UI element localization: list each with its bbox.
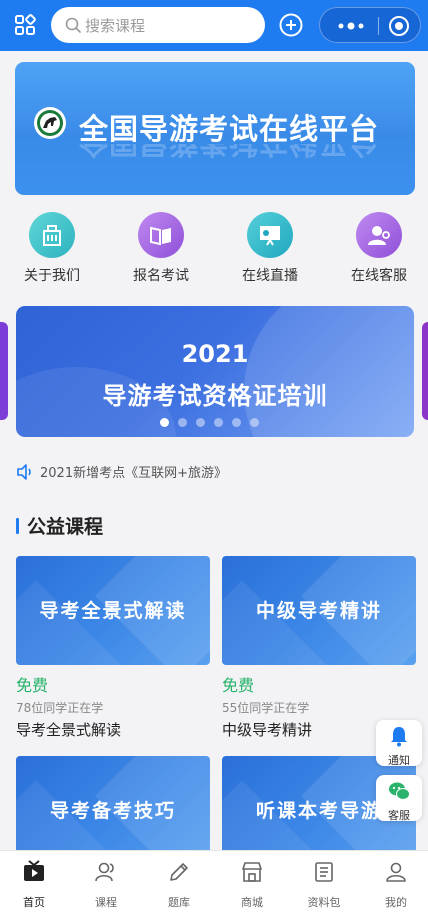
more-icon[interactable] xyxy=(335,18,367,34)
course-learners: 55位同学正在学 xyxy=(222,701,310,715)
top-bar: 搜索课程 xyxy=(0,0,428,51)
course-learners: 78位同学正在学 xyxy=(16,701,104,715)
banner-title-reflection: 全国导游考试在线平台 xyxy=(79,144,379,166)
entry-label: 在线客服 xyxy=(351,268,407,284)
entry-register-exam[interactable]: 报名考试 xyxy=(116,212,206,285)
course-card[interactable]: 导考全景式解读 免费 78位同学正在学 导考全景式解读 xyxy=(16,556,210,740)
indicator-dot[interactable] xyxy=(196,418,205,427)
tab-materials[interactable]: 资料包 xyxy=(294,860,354,910)
thumbnail-title: 导考全景式解读 xyxy=(39,600,187,622)
tab-home[interactable]: 首页 xyxy=(4,860,64,910)
tab-question-bank[interactable]: 题库 xyxy=(149,860,209,910)
notice-bar[interactable]: 2021新增考点《互联网+旅游》 xyxy=(16,462,227,481)
indicator-dot[interactable] xyxy=(250,418,259,427)
quick-entries: 关于我们 报名考试 在线直播 在线客服 xyxy=(0,212,428,292)
tab-label: 课程 xyxy=(95,896,117,909)
pencil-icon xyxy=(170,863,188,881)
document-icon xyxy=(315,862,333,882)
customer-service-label: 客服 xyxy=(388,809,410,822)
tab-label: 首页 xyxy=(23,896,45,909)
capsule-divider xyxy=(378,17,379,35)
course-card[interactable]: 中级导考精讲 免费 55位同学正在学 中级导考精讲 xyxy=(222,556,416,740)
carousel-year: 2021 xyxy=(181,340,249,368)
search-input[interactable]: 搜索课程 xyxy=(51,7,265,43)
search-icon xyxy=(65,17,81,33)
course-card[interactable]: 导考备考技巧 xyxy=(16,756,210,865)
entry-about-us[interactable]: 关于我们 xyxy=(7,212,97,285)
entry-label: 在线直播 xyxy=(242,268,298,284)
indicator-dot[interactable] xyxy=(214,418,223,427)
miniprogram-capsule xyxy=(319,7,421,43)
notice-text: 2021新增考点《互联网+旅游》 xyxy=(40,466,227,481)
shop-icon xyxy=(242,862,262,882)
search-placeholder: 搜索课程 xyxy=(85,16,146,35)
hero-banner[interactable]: 全国导游考试在线平台 全国导游考试在线平台 xyxy=(15,62,415,195)
tab-courses[interactable]: 课程 xyxy=(76,860,136,910)
carousel-prev-peek[interactable] xyxy=(0,322,8,420)
close-miniprogram-icon[interactable] xyxy=(388,15,410,37)
customer-service-button[interactable]: 客服 xyxy=(376,775,422,822)
live-board-icon xyxy=(247,212,293,258)
building-icon xyxy=(29,212,75,258)
bottom-tab-bar: 首页 课程 题库 商城 资料包 我的 xyxy=(0,850,428,913)
notification-label: 通知 xyxy=(388,754,410,767)
wechat-icon xyxy=(389,782,410,800)
indicator-dot[interactable] xyxy=(232,418,241,427)
section-accent-bar xyxy=(16,517,19,534)
carousel-title: 导游考试资格证培训 xyxy=(102,382,328,410)
section-header: 公益课程 xyxy=(16,512,103,539)
bell-icon xyxy=(391,727,407,747)
tab-profile[interactable]: 我的 xyxy=(366,860,426,910)
carousel-next-peek[interactable] xyxy=(422,322,428,420)
book-icon xyxy=(138,212,184,258)
indicator-dot[interactable] xyxy=(178,418,187,427)
user-icon xyxy=(386,862,406,882)
thumbnail-title: 导考备考技巧 xyxy=(49,800,176,822)
carousel-indicators xyxy=(160,418,259,427)
tab-label: 商城 xyxy=(241,896,263,909)
users-icon xyxy=(95,862,114,882)
course-name: 导考全景式解读 xyxy=(16,721,122,739)
entry-label: 关于我们 xyxy=(24,268,80,284)
customer-service-icon xyxy=(356,212,402,258)
tab-label: 我的 xyxy=(385,896,407,909)
course-price: 免费 xyxy=(222,676,255,695)
video-home-icon xyxy=(24,860,44,881)
course-price: 免费 xyxy=(16,676,49,695)
course-thumbnail[interactable]: 中级导考精讲 xyxy=(222,556,416,665)
indicator-dot[interactable] xyxy=(160,418,169,427)
entry-customer-service[interactable]: 在线客服 xyxy=(334,212,424,285)
apps-grid-icon[interactable] xyxy=(14,14,36,36)
course-thumbnail[interactable]: 导考备考技巧 xyxy=(16,756,210,865)
tab-shop[interactable]: 商城 xyxy=(222,860,282,910)
banner-title: 全国导游考试在线平台 xyxy=(79,112,380,146)
entry-live[interactable]: 在线直播 xyxy=(225,212,315,285)
tab-label: 资料包 xyxy=(307,896,341,909)
section-title: 公益课程 xyxy=(27,516,104,538)
decor-shape xyxy=(244,306,414,437)
speaker-icon xyxy=(17,463,31,480)
tab-label: 题库 xyxy=(168,896,190,909)
horse-logo-icon xyxy=(34,107,66,139)
thumbnail-title: 中级导考精讲 xyxy=(255,600,382,622)
add-icon[interactable] xyxy=(279,13,303,37)
course-thumbnail[interactable]: 导考全景式解读 xyxy=(16,556,210,665)
notification-button[interactable]: 通知 xyxy=(376,720,422,767)
entry-label: 报名考试 xyxy=(133,268,189,284)
